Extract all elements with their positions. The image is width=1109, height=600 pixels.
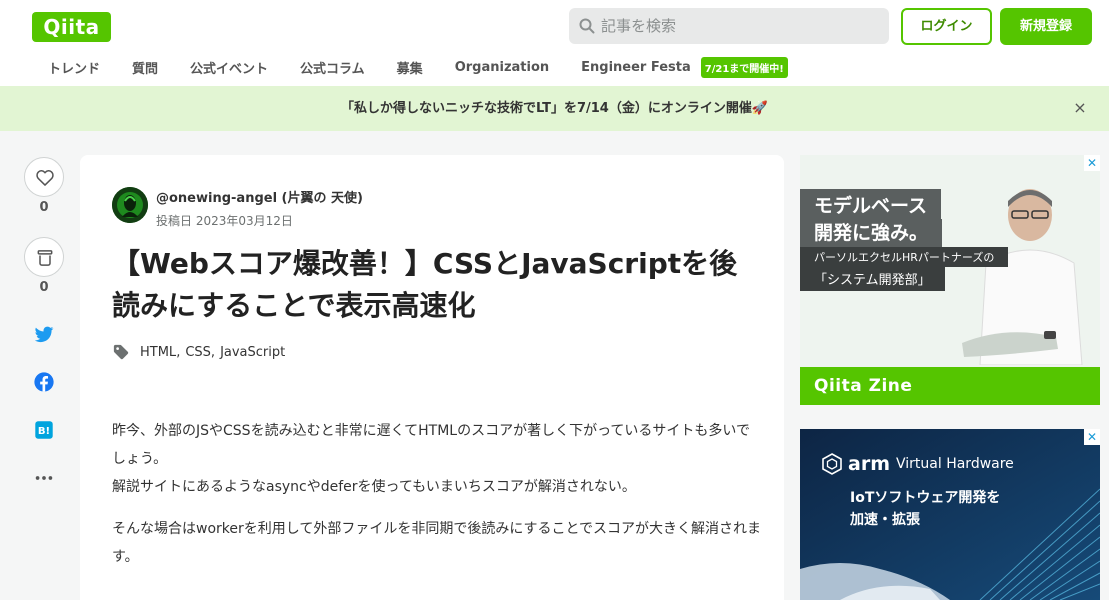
search-input[interactable] bbox=[601, 8, 881, 44]
qiita-logo[interactable]: Qiita bbox=[32, 12, 111, 42]
ad-close-icon[interactable]: ✕ bbox=[1084, 429, 1100, 445]
nav-engineer-festa[interactable]: Engineer Festa bbox=[565, 60, 707, 75]
twitter-icon[interactable] bbox=[33, 323, 55, 345]
article-card: @onewing-angel (片翼の 天使) 投稿日 2023年03月12日 … bbox=[80, 155, 784, 600]
nav-organization[interactable]: Organization bbox=[439, 60, 565, 75]
body-paragraph: 昨今、外部のJSやCSSを読み込むと非常に遅くてHTMLのスコアが著しく下がって… bbox=[112, 417, 762, 501]
body-line: そんな場合はworkerを利用して外部ファイルを非同期で後読みにすることでスコア… bbox=[112, 521, 762, 565]
ad1-headline: モデルベース bbox=[800, 189, 942, 223]
tag-list: HTML , CSS , JavaScript bbox=[112, 343, 285, 361]
arm-brand-text: arm bbox=[848, 453, 890, 475]
tag-separator: , bbox=[210, 344, 216, 360]
nav-official-events[interactable]: 公式イベント bbox=[174, 58, 284, 77]
ad2-headline: IoTソフトウェア開発を bbox=[850, 490, 1001, 506]
arm-logo: arm Virtual Hardware bbox=[822, 453, 1014, 475]
ad1-subtitle: 「システム開発部」 bbox=[800, 266, 945, 291]
facebook-icon[interactable] bbox=[33, 371, 55, 393]
ad1-subtitle: パーソルエクセルHRパートナーズの bbox=[800, 247, 1009, 267]
ad-banner-qiita-zine[interactable]: モデルベース 開発に強み。 パーソルエクセルHRパートナーズの 「システム開発部… bbox=[800, 155, 1100, 405]
article-title: 【Webスコア爆改善！】CSSとJavaScriptを後読みにすることで表示高速… bbox=[112, 247, 738, 322]
author-name[interactable]: @onewing-angel (片翼の 天使) bbox=[156, 187, 363, 206]
search-box[interactable] bbox=[569, 8, 889, 44]
virtual-hardware-text: Virtual Hardware bbox=[896, 456, 1014, 472]
close-icon[interactable]: × bbox=[1070, 98, 1090, 118]
like-count: 0 bbox=[39, 200, 49, 215]
tag-icon bbox=[113, 344, 129, 360]
body-paragraph: そんな場合はworkerを利用して外部ファイルを非同期で後読みにすることでスコア… bbox=[112, 515, 762, 571]
hatena-bookmark-icon[interactable]: B! bbox=[33, 419, 55, 441]
nav-trend[interactable]: トレンド bbox=[32, 58, 116, 77]
cube-icon bbox=[822, 453, 842, 475]
tag-separator: , bbox=[176, 344, 181, 360]
banner-text[interactable]: 「私しか得しないニッチな技術でLT」を7/14（金）にオンライン開催🚀 bbox=[0, 86, 1109, 131]
main-nav: トレンド 質問 公式イベント 公式コラム 募集 Organization Eng… bbox=[32, 52, 788, 82]
ad-banner-arm[interactable]: arm Virtual Hardware IoTソフトウェア開発を 加速・拡張 … bbox=[800, 429, 1100, 600]
tag-css[interactable]: CSS bbox=[185, 345, 211, 360]
stock-count: 0 bbox=[39, 280, 49, 295]
nav-official-columns[interactable]: 公式コラム bbox=[284, 58, 381, 77]
like-button[interactable] bbox=[24, 157, 64, 197]
engineer-festa-badge[interactable]: 7/21まで開催中! bbox=[700, 56, 788, 78]
article-body: 昨今、外部のJSやCSSを読み込むと非常に遅くてHTMLのスコアが著しく下がって… bbox=[112, 417, 762, 585]
post-date: 投稿日 2023年03月12日 bbox=[156, 214, 293, 228]
login-button[interactable]: ログイン bbox=[901, 8, 992, 45]
ad1-headline: 開発に強み。 bbox=[800, 219, 943, 249]
site-header: Qiita ログイン 新規登録 トレンド 質問 公式イベント 公式コラム 募集 … bbox=[0, 0, 1109, 86]
tag-javascript[interactable]: JavaScript bbox=[220, 345, 285, 360]
avatar-image bbox=[112, 187, 148, 223]
search-icon bbox=[579, 18, 595, 34]
nav-recruit[interactable]: 募集 bbox=[381, 58, 439, 77]
tag-html[interactable]: HTML bbox=[140, 345, 176, 360]
more-icon[interactable] bbox=[33, 467, 55, 489]
heart-icon bbox=[36, 170, 54, 186]
signup-button[interactable]: 新規登録 bbox=[1000, 8, 1092, 45]
ad-close-icon[interactable]: ✕ bbox=[1084, 155, 1100, 171]
stock-button[interactable] bbox=[24, 237, 64, 277]
body-line: 昨今、外部のJSやCSSを読み込むと非常に遅くてHTMLのスコアが著しく下がって… bbox=[112, 423, 750, 467]
stock-icon bbox=[37, 250, 53, 266]
person-photo bbox=[962, 189, 1083, 365]
svg-text:B!: B! bbox=[38, 426, 50, 437]
author-avatar[interactable] bbox=[112, 187, 148, 223]
body-line: 解説サイトにあるようなasyncやdeferを使ってもいまいちスコアが解消されな… bbox=[112, 479, 636, 495]
nav-questions[interactable]: 質問 bbox=[116, 58, 174, 77]
qiita-zine-logo: Qiita Zine bbox=[800, 367, 1100, 405]
ad2-headline: 加速・拡張 bbox=[850, 512, 920, 528]
announcement-banner: 「私しか得しないニッチな技術でLT」を7/14（金）にオンライン開催🚀 × bbox=[0, 86, 1109, 131]
